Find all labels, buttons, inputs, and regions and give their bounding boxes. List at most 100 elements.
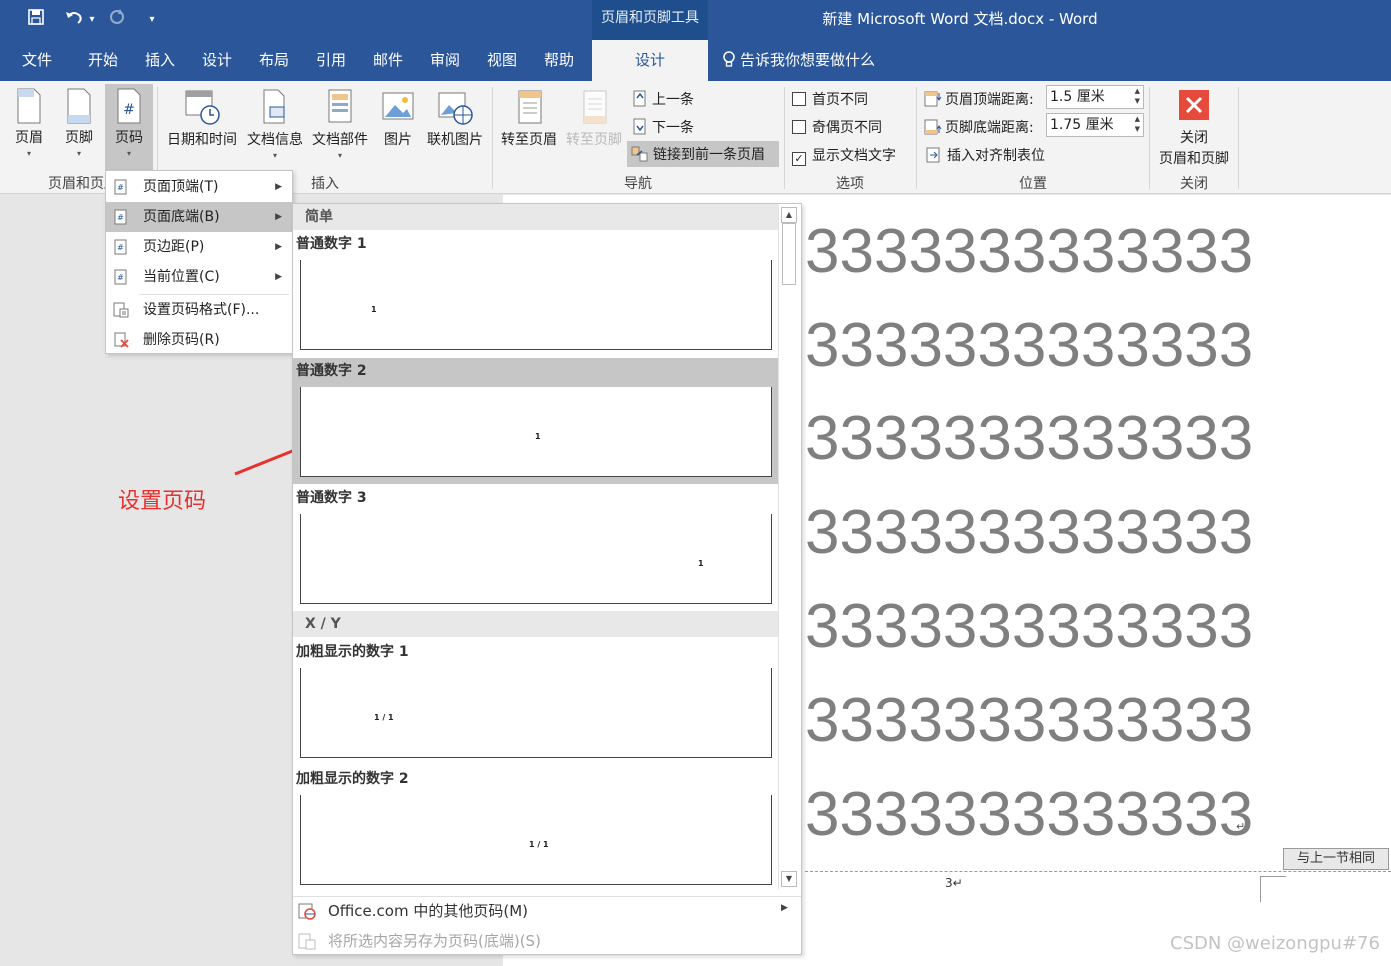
current-position-icon: # (114, 269, 127, 285)
close-icon (1179, 90, 1209, 120)
tab-insert[interactable]: 插入 (137, 40, 183, 81)
gallery-item-title[interactable]: 加粗显示的数字 1 (296, 641, 409, 661)
menu-item-bottom-of-page[interactable]: # 页面底端(B) ▶ (106, 202, 292, 232)
footer-bottom-distance-input[interactable]: 1.75 厘米 ▲ ▼ (1046, 113, 1144, 137)
group-label-options: 选项 (836, 176, 864, 192)
body-text-line[interactable]: 3333333333333 (805, 784, 1253, 846)
menu-item-format-page-numbers[interactable]: 设置页码格式(F)... (106, 295, 292, 325)
tell-me-search[interactable]: 告诉我你想要做什么 (722, 40, 875, 81)
show-document-text-checkbox[interactable]: ✓ 显示文档文字 (792, 145, 896, 166)
link-to-previous-button[interactable]: 链接到前一条页眉 (627, 141, 779, 167)
header-top-distance-input[interactable]: 1.5 厘米 ▲ ▼ (1046, 85, 1144, 109)
svg-text:#: # (117, 273, 124, 282)
scrollbar-thumb[interactable] (782, 223, 796, 285)
footer-boundary (805, 871, 1391, 872)
undo-icon[interactable] (62, 8, 86, 32)
body-text-line[interactable]: 3333333333333 (805, 502, 1253, 564)
spinner-arrows-icon[interactable]: ▲ ▼ (1135, 86, 1140, 106)
page-top-icon: # (114, 179, 127, 195)
save-selection-as-page-number-button[interactable]: 将所选内容另存为页码(底端)(S) (298, 930, 541, 951)
menu-item-current-position[interactable]: # 当前位置(C) ▶ (106, 262, 292, 292)
tab-design[interactable]: 设计 (194, 40, 240, 81)
gallery-item-plain-number-3[interactable]: 1 (300, 514, 772, 604)
header-button[interactable]: 页眉 ▾ (8, 87, 50, 158)
tab-layout[interactable]: 布局 (251, 40, 297, 81)
gallery-scrollbar[interactable]: ▲ ▼ (778, 205, 798, 889)
group-separator (784, 87, 785, 189)
submenu-arrow-icon: ▶ (781, 903, 788, 913)
gallery-item-plain-number-1[interactable]: 1 (300, 260, 772, 350)
body-text-line[interactable]: 3333333333333 (805, 596, 1253, 658)
context-tool-label: 页眉和页脚工具 (592, 0, 708, 40)
gallery-item-title[interactable]: 普通数字 1 (296, 233, 367, 253)
paragraph-mark: ↵ (1236, 820, 1246, 833)
previous-button[interactable]: 上一条 (632, 89, 694, 109)
online-picture-button[interactable]: 联机图片 (424, 87, 486, 149)
group-label-position: 位置 (1019, 176, 1047, 192)
more-page-numbers-office-button[interactable]: Office.com 中的其他页码(M) (298, 900, 528, 921)
group-label-navigation: 导航 (624, 176, 652, 192)
next-section-icon (633, 118, 646, 135)
different-odd-even-checkbox[interactable]: 奇偶页不同 (792, 117, 882, 137)
online-picture-icon (438, 92, 473, 125)
tab-file[interactable]: 文件 (14, 40, 60, 81)
tab-header-footer-design[interactable]: 设计 (592, 40, 708, 81)
scroll-up-icon[interactable]: ▲ (781, 207, 797, 223)
gallery-item-plain-number-2[interactable]: 1 (300, 387, 772, 477)
doc-parts-button[interactable]: 文档部件 ▾ (309, 87, 371, 160)
body-text-line[interactable]: 3333333333333 (805, 408, 1253, 470)
different-first-page-checkbox[interactable]: 首页不同 (792, 89, 868, 109)
goto-footer-button[interactable]: 转至页脚 (563, 87, 625, 149)
menu-item-top-of-page[interactable]: # 页面顶端(T) ▶ (106, 172, 292, 202)
insert-alignment-tab-button[interactable]: 插入对齐制表位 (926, 145, 1045, 165)
spinner-arrows-icon[interactable]: ▲ ▼ (1135, 114, 1140, 134)
ribbon-tabs: 文件 开始 插入 设计 布局 引用 邮件 审阅 视图 帮助 设计 告诉我你想要做… (0, 40, 1391, 81)
title-bar: ▾ ▾ 页眉和页脚工具 新建 Microsoft Word 文档.docx - … (0, 0, 1391, 40)
body-text-line[interactable]: 3333333333333 (805, 315, 1253, 377)
same-as-previous-tag: 与上一节相同 (1283, 848, 1389, 870)
date-time-button[interactable]: 日期和时间 (163, 87, 241, 149)
svg-text:#: # (123, 102, 135, 118)
gallery-item-bold-number-1[interactable]: 1 / 1 (300, 668, 772, 758)
goto-header-button[interactable]: 转至页眉 (497, 87, 561, 149)
tab-help[interactable]: 帮助 (536, 40, 582, 81)
tab-view[interactable]: 视图 (479, 40, 525, 81)
customize-quick-access[interactable]: ▾ (144, 8, 160, 32)
preview-page-number: 1 / 1 (529, 840, 549, 849)
gallery-item-title[interactable]: 加粗显示的数字 2 (296, 768, 409, 788)
link-icon (631, 146, 648, 162)
picture-icon (382, 92, 414, 120)
goto-header-icon (518, 90, 542, 124)
scroll-down-icon[interactable]: ▼ (781, 871, 797, 887)
close-header-footer-button[interactable]: 关闭 页眉和页脚 (1152, 89, 1236, 168)
footer-button[interactable]: 页脚 ▾ (58, 87, 100, 158)
doc-info-button[interactable]: 文档信息 ▾ (244, 87, 306, 160)
tab-review[interactable]: 审阅 (422, 40, 468, 81)
tab-references[interactable]: 引用 (308, 40, 354, 81)
menu-item-remove-page-numbers[interactable]: 删除页码(R) (106, 325, 292, 355)
save-icon[interactable] (22, 8, 50, 32)
tab-home[interactable]: 开始 (80, 40, 126, 81)
footer-page-number[interactable]: 3↵ (945, 876, 963, 890)
checkbox-unchecked (792, 92, 806, 106)
group-separator (1238, 87, 1239, 189)
word-window: ▾ ▾ 页眉和页脚工具 新建 Microsoft Word 文档.docx - … (0, 0, 1391, 966)
undo-dropdown[interactable]: ▾ (86, 8, 98, 32)
preview-page-number: 1 (371, 305, 377, 314)
submenu-arrow-icon: ▶ (275, 212, 282, 222)
picture-button[interactable]: 图片 (376, 87, 420, 149)
menu-item-page-margins[interactable]: # 页边距(P) ▶ (106, 232, 292, 262)
gallery-item-bold-number-2[interactable]: 1 / 1 (300, 795, 772, 885)
page-number-button[interactable]: # 页码 ▾ (105, 84, 153, 170)
redo-icon[interactable] (106, 8, 128, 32)
body-text-line[interactable]: 3333333333333 (805, 221, 1253, 283)
next-button[interactable]: 下一条 (632, 117, 694, 137)
alignment-tab-icon (926, 147, 940, 163)
gallery-item-title[interactable]: 普通数字 2 (296, 360, 367, 380)
header-top-distance-label: 页眉顶端距离: (924, 89, 1034, 109)
gallery-item-title[interactable]: 普通数字 3 (296, 487, 367, 507)
preview-page-number: 1 (698, 559, 704, 568)
calendar-clock-icon (185, 90, 220, 125)
body-text-line[interactable]: 3333333333333 (805, 690, 1253, 752)
tab-mailings[interactable]: 邮件 (365, 40, 411, 81)
